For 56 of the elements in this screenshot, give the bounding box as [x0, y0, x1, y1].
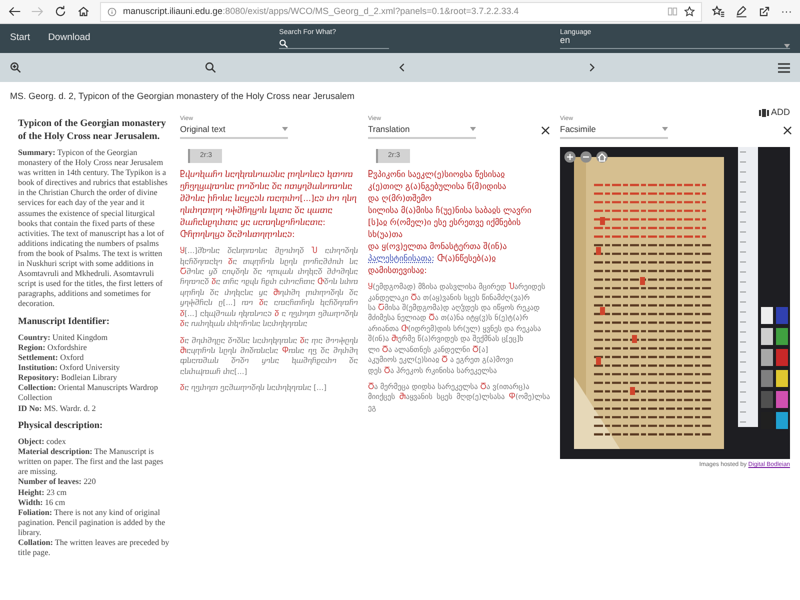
metadata-field: Foliation: There is not any kind of original pagination. Pencil pagination is added by the library. — [18, 508, 170, 538]
chevron-right-icon[interactable] — [588, 63, 594, 72]
view-select[interactable]: Facsimile — [560, 123, 668, 139]
refresh-icon[interactable] — [54, 5, 67, 18]
nav-link[interactable]: Download — [48, 31, 90, 46]
search-icon[interactable] — [204, 62, 216, 73]
back-icon[interactable] — [8, 5, 21, 18]
address-bar[interactable]: manuscript.iliauni.edu.ge:8080/exist/apps/WCO/MS_Georg_d_2.xml?panels=0.1&root=3.7.2.2.33.4 — [100, 2, 702, 22]
metadata-field: Collation: The written leaves are preceded by title page. — [18, 538, 170, 558]
metadata-field: Institution: Oxford University — [18, 363, 170, 374]
metadata-field: Object: codex — [18, 437, 170, 448]
zoom-in-icon[interactable] — [564, 150, 576, 163]
url-text: manuscript.iliauni.edu.ge:8080/exist/apps/WCO/MS_Georg_d_2.xml?panels=0.1&root=3.7.2.2.33.4 — [123, 4, 520, 18]
document-title: MS. Georg. d. 2, Typicon of the Georgian monastery of the Holy Cross near Jerusalem — [10, 90, 354, 103]
metadata-field: ID No: MS. Wardr. d. 2 — [18, 404, 170, 414]
share-icon[interactable] — [758, 5, 771, 18]
add-button[interactable]: ADD — [758, 106, 790, 120]
view-select[interactable]: Translation — [368, 123, 476, 139]
zoom-in-icon[interactable] — [10, 62, 21, 73]
caret-icon — [282, 127, 288, 132]
caret-icon — [470, 127, 476, 132]
chevron-left-icon[interactable] — [399, 63, 405, 72]
metadata-field: Region: Oxfordshire — [18, 342, 170, 354]
metadata-field: Width: 16 cm — [18, 498, 170, 508]
more-button[interactable]: ··· — [781, 6, 792, 18]
text-heading: Ⴒⴣⴎⴈⴉⴍⴌⴈ ⴑⴀⴄⴉⴊⴑⴈⴍⴢⴑⴀ ⴜⴄⴑⴈⴑⴀⴢ ⴉⴇⴈⴊ ⴂⴌⴂⴄⴁⴓⴊⴈⴑⴀ ⴜⴈⴃⴈⴑⴀ ⴃⴀ ⴖⴇⴘⴄⴋⴍⴑⴈⴊⴈⴑⴀ ⴋⴋⴈⴑⴀ ⴙⴌⴈⴑⴀ ⴑⴀⴁⴀⴢⴑ ⴊⴀⴅⴐⴈ[...]ⴀⴢ ⴐⴈ ⴄⴑⴄ ⴄⴑⴐⴄⴇⴅⴄ ⴈⴕⴋⴌⴄⴁⴈⴑ ⴑⴞⴇⴀ ⴃⴀ ⴗⴍⴇⴀ ⴋⴍⴌⴀⴑⴒⴄⴐⴇⴀ ⴘⴀ ⴎⴀⴊⴄⴑⴒⴈⴌⴈⴑⴀⴇⴀ: Ⴇⴌⴜⴄⴑⴄⴁⴢ ⴃⴀⴋⴈⴑⴇⴄⴅⴈⴑⴀⴢ: — [180, 168, 358, 240]
language-select[interactable]: en — [560, 36, 790, 48]
text-heading: Ⴒჳპიკონი საეკლ(ე)სიოჲსა წესისაჲ კ(ე)თილ გ(ა)ნგებულისა წ(მ)იდისა და ღ(მრ)თშემო სილისა მ(ა)მისა ჩ(უე)ნისა საბაჲს ლავრი [ს]აჲ რ(ომელ)ი ესე ესრეთვე იქმნების სხ(უა)თა და ყ(ოვ)ელთა მონასტერთა შ(ინ)ა პალესტინისათა: Ⴇ(ა)ნწესებ(ა)ჲ დამისთევისაჲ: — [368, 168, 532, 276]
section-heading: Manuscript Identifier: — [18, 316, 111, 328]
star-icon[interactable] — [684, 6, 695, 17]
metadata-field: Collection: Oriental Manuscripts Wardrop Collection — [18, 383, 170, 404]
section-heading: Physical description: — [18, 420, 104, 432]
close-button[interactable] — [541, 126, 550, 136]
description-title: Typicon of the Georgian monastery of the Holy Cross near Jerusalem. — [18, 118, 167, 143]
home-icon[interactable] — [596, 150, 608, 163]
view-select[interactable]: Original text — [180, 123, 288, 139]
close-button[interactable] — [783, 126, 792, 136]
metadata-field: Number of leaves: 220 — [18, 477, 170, 488]
caret-icon — [784, 44, 790, 48]
search-icon — [279, 38, 288, 48]
home-icon[interactable] — [77, 5, 90, 18]
summary-text: Summary: Typicon of the Georgian monastery of the Holy Cross near Jerusalem was written in 14th century. The Typikon is a book of directives and rubrics that establishes in the Christian Church the order of divine services for each day of the year and it assumes the existence of special liturgical books that contain the fixed parts of these activities. The text of manuscript has a lot of additions indicating the numbers of psalms from the book of Psalms. The text is written in Nuskhuri script with some additions in Asomtavruli and Mkhedruli. Asomtavruli script is used for the titles, the first letters of paragraphs, additions and sometimes for decoration. — [18, 148, 169, 310]
nav-link[interactable]: Start — [10, 31, 30, 46]
metadata-field: Repository: Bodleian Library — [18, 373, 170, 384]
caret-icon — [662, 127, 668, 132]
metadata-field: Material description: The Manuscript is written on paper. The first and the last pages are missing. — [18, 447, 170, 478]
info-icon — [107, 6, 117, 16]
metadata-field: Settlement: Oxford — [18, 353, 170, 364]
columns-icon — [758, 108, 769, 117]
zoom-out-icon[interactable] — [580, 150, 592, 163]
language-value: en — [560, 35, 570, 47]
menu-icon[interactable] — [778, 62, 790, 72]
metadata-field: Height: 23 cm — [18, 488, 170, 498]
favorites-icon[interactable] — [712, 5, 725, 18]
metadata-field: Country: United Kingdom — [18, 332, 170, 343]
pen-icon[interactable] — [735, 5, 748, 18]
